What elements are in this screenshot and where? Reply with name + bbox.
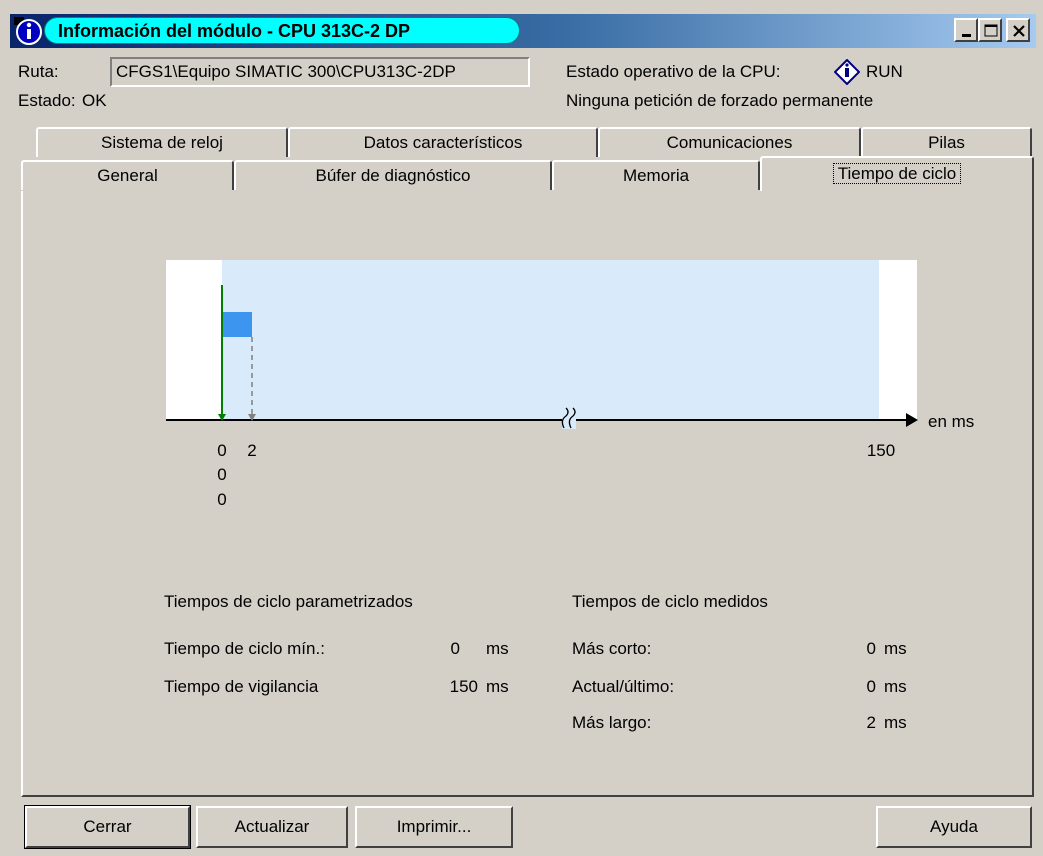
update-button[interactable]: Actualizar: [196, 806, 348, 848]
watchdog-value: 150: [449, 677, 478, 696]
module-info-window: Información del módulo - CPU 313C-2 DP R…: [0, 0, 1043, 856]
close-dialog-button[interactable]: Cerrar: [24, 805, 191, 849]
watchdog-label: Tiempo de vigilancia: [164, 677, 319, 696]
min-cycle-unit: ms: [486, 639, 509, 658]
measured-heading: Tiempos de ciclo medidos: [572, 592, 768, 611]
x-tick-label: 2: [247, 441, 256, 460]
cycle-time-chart: en ms 0 2 150 0 0: [166, 260, 974, 509]
shortest-unit: ms: [884, 639, 907, 658]
print-button[interactable]: Imprimir...: [355, 806, 513, 848]
min-cycle-label: Tiempo de ciclo mín.:: [164, 639, 325, 658]
x-unit-label: en ms: [928, 412, 974, 431]
watchdog-unit: ms: [486, 677, 509, 696]
longest-cycle-bar: [222, 312, 252, 337]
axis-break-gap: [562, 411, 576, 429]
help-button[interactable]: Ayuda: [876, 806, 1032, 848]
shortest-cycle-value-label: 0: [217, 490, 226, 509]
watchdog-range: [222, 260, 879, 420]
current-value: 0: [866, 677, 876, 696]
longest-label: Más largo:: [572, 713, 652, 732]
shortest-value: 0: [866, 639, 876, 658]
x-tick-label: 0: [217, 441, 226, 460]
current-label: Actual/último:: [572, 677, 675, 696]
longest-value: 2: [866, 713, 876, 732]
current-unit: ms: [884, 677, 907, 696]
x-tick-label: 150: [867, 441, 895, 460]
shortest-label: Más corto:: [572, 639, 652, 658]
param-heading: Tiempos de ciclo parametrizados: [164, 592, 413, 611]
min-cycle-value: 0: [450, 639, 460, 658]
min-cycle-value-label: 0: [217, 465, 226, 484]
longest-unit: ms: [884, 713, 907, 732]
